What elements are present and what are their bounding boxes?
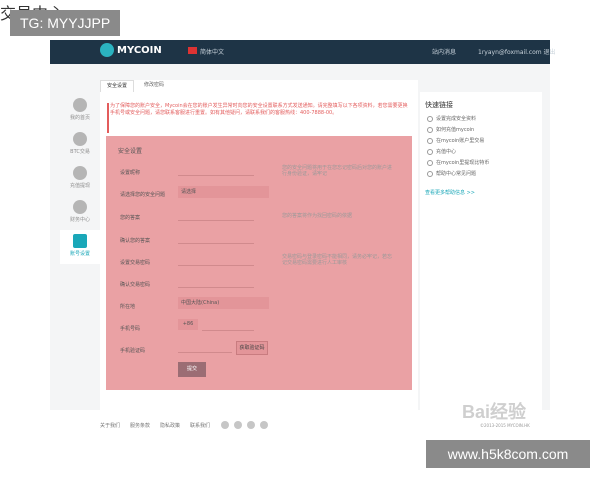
answer-label: 您的答案 <box>120 215 141 221</box>
trade-password-label: 设置交易密码 <box>120 260 151 266</box>
more-help-link[interactable]: 查看更多帮助信息 >> <box>425 189 475 196</box>
trade-password-confirm-label: 确认交易密码 <box>120 282 151 288</box>
country-select[interactable]: 中国大陆(China) <box>178 297 269 309</box>
sidebar-item-btc-trade[interactable]: BTC交易 <box>60 132 100 160</box>
twitter-icon[interactable] <box>260 421 268 429</box>
yen-icon <box>73 200 87 214</box>
sidebar-item-account-settings[interactable]: 账号设置 <box>60 230 100 264</box>
user-account-link[interactable]: 1ryayn@foxmail.com 退出 <box>478 47 556 56</box>
bitcoin-icon <box>73 132 87 146</box>
bullet-icon <box>427 170 433 177</box>
quick-link-item[interactable]: 帮助中心常见问题 <box>427 170 476 177</box>
phone-input[interactable] <box>202 319 254 331</box>
baidu-watermark: Bai经验 <box>462 402 527 422</box>
sms-code-input[interactable] <box>178 341 232 353</box>
bullet-icon <box>427 137 433 144</box>
repeat-answer-input[interactable] <box>178 232 254 244</box>
quick-link-item[interactable]: 设置完成安全资料 <box>427 115 476 122</box>
bullet-icon <box>427 126 433 133</box>
phone-country-code[interactable]: +86 <box>178 319 198 330</box>
security-question-label: 请选择您的安全问题 <box>120 192 166 198</box>
form-section-title: 安全设置 <box>118 148 143 155</box>
home-icon <box>73 98 87 112</box>
sidebar-item-finance[interactable]: 财务中心 <box>60 200 100 228</box>
lock-icon <box>73 234 87 248</box>
security-alert-text: 为了保障您的账户安全，Mycoin会在您的账户发生异常时向您的安全设置联系方式发… <box>110 103 408 116</box>
bullet-icon <box>427 148 433 155</box>
trade-password-confirm-input[interactable] <box>178 276 254 288</box>
mycoin-logo-icon <box>100 43 114 57</box>
nickname-input[interactable] <box>178 164 254 176</box>
quick-link-item[interactable]: 在mycoin账户里交易 <box>427 137 484 144</box>
bullet-icon <box>427 159 433 166</box>
get-sms-code-button[interactable]: 获取验证码 <box>236 341 268 355</box>
trade-password-input[interactable] <box>178 254 254 266</box>
footer-link-privacy[interactable]: 隐私政策 <box>160 422 180 429</box>
tab-security-settings[interactable]: 安全设置 <box>100 80 135 92</box>
trade-password-hint: 交易密码与登录密码不能相同，请务必牢记，若忘记交易密码需要进行人工审核 <box>282 254 393 266</box>
alert-accent-bar <box>107 103 109 133</box>
sidebar-item-home[interactable]: 我的首页 <box>60 98 100 126</box>
watermark-bottom-right: www.h5k8com.com <box>426 440 590 468</box>
sidebar-item-deposit[interactable]: 充值提现 <box>60 166 100 194</box>
quick-links-title: 快速链接 <box>425 101 453 109</box>
bullet-icon <box>427 115 433 122</box>
language-selector[interactable]: 简体中文 <box>200 47 224 56</box>
wechat-icon[interactable] <box>234 421 242 429</box>
answer-input[interactable] <box>178 209 254 221</box>
footer-link-about[interactable]: 关于我们 <box>100 422 120 429</box>
security-question-select[interactable]: 请选择 <box>178 186 269 198</box>
nickname-label: 设置昵称 <box>120 170 141 176</box>
flag-icon <box>188 47 197 54</box>
watermark-top-left: TG: MYYJJPP <box>10 10 121 36</box>
quick-link-item[interactable]: 在mycoin里提现比特币 <box>427 159 489 166</box>
weibo-icon[interactable] <box>221 421 229 429</box>
quick-link-item[interactable]: 如何充值mycoin <box>427 126 474 133</box>
wallet-icon <box>73 166 87 180</box>
mycoin-logo[interactable]: MYCOIN <box>100 43 162 57</box>
sms-code-label: 手机验证码 <box>120 348 146 354</box>
tab-change-password[interactable]: 修改密码 <box>138 80 170 91</box>
submit-button[interactable]: 提交 <box>178 362 206 377</box>
quick-link-item[interactable]: 充值中心 <box>427 148 456 155</box>
country-label: 所在地 <box>120 304 136 310</box>
security-question-hint: 您的安全问题将用于在您忘记密码后对您的账户进行身份验证，请牢记 <box>282 165 393 177</box>
phone-label: 手机号码 <box>120 326 141 332</box>
footer-link-terms[interactable]: 服务条款 <box>130 422 150 429</box>
facebook-icon[interactable] <box>247 421 255 429</box>
repeat-answer-label: 确认您的答案 <box>120 238 151 244</box>
footer-link-contact[interactable]: 联系我们 <box>190 422 210 429</box>
messages-link[interactable]: 站内消息 <box>432 47 456 56</box>
answer-hint: 您的答案将作为找回密码的依据 <box>282 213 353 219</box>
